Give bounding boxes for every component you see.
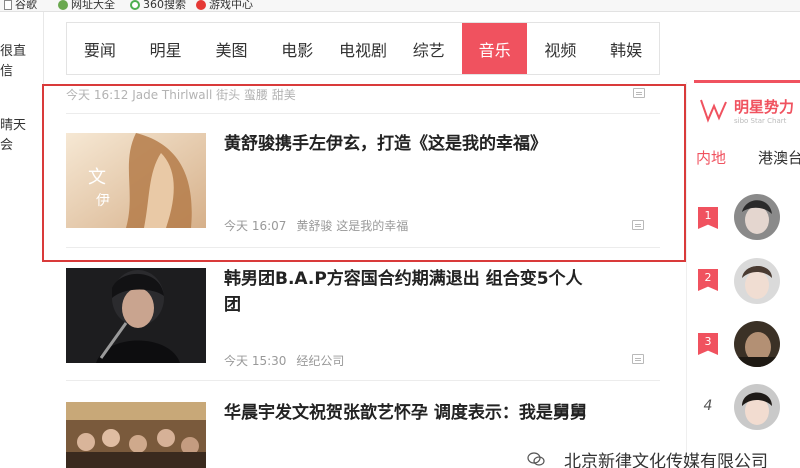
rank-badge: 3 [698, 333, 718, 355]
article-time: 今天 15:30 [224, 354, 287, 368]
comment-icon[interactable] [632, 220, 644, 230]
article-meta: 今天 15:30 经纪公司 [224, 352, 344, 369]
plus-globe-icon [58, 0, 68, 10]
tab-news[interactable]: 要闻 [67, 23, 133, 74]
left-fragment: 信 [0, 64, 14, 79]
tab-korean[interactable]: 韩娱 [593, 23, 659, 74]
bookmark-games[interactable]: 游戏中心 [196, 0, 253, 10]
article-card[interactable]: 韩男团B.A.P方容国合约期满退出 组合变5个人 团 今天 15:30 经纪公司 [66, 266, 660, 381]
tab-stars[interactable]: 明星 [133, 23, 199, 74]
tab-tv[interactable]: 电视剧 [330, 23, 396, 74]
bookmarks-bar: 谷歌 网址大全 360搜索 游戏中心 [0, 0, 800, 12]
sidebar-accent-bar [694, 80, 800, 83]
article-tags[interactable]: 经纪公司 [296, 354, 344, 368]
bookmark-google[interactable]: 谷歌 [4, 0, 37, 10]
svg-text:伊: 伊 [96, 193, 110, 209]
tab-music[interactable]: 音乐 [461, 23, 528, 74]
sidebar-subtitle: sibo Star Chart [734, 117, 787, 125]
star-chart-logo-icon [700, 99, 727, 123]
left-fragment: 晴天 [0, 118, 27, 133]
avatar[interactable] [734, 194, 780, 240]
rank-badge: 2 [698, 269, 718, 291]
article-time: 今天 16:07 [224, 219, 287, 233]
comment-icon[interactable] [633, 88, 645, 98]
divider [66, 247, 660, 248]
page-icon [4, 0, 12, 10]
article-title[interactable]: 黄舒骏携手左伊玄，打造《这是我的幸福》 [224, 131, 547, 157]
tab-photos[interactable]: 美图 [199, 23, 265, 74]
article-tags[interactable]: 黄舒骏 这是我的幸福 [296, 219, 408, 233]
bookmark-360-search[interactable]: 360搜索 [130, 0, 186, 10]
article-meta: 今天 16:07 黄舒骏 这是我的幸福 [224, 217, 408, 234]
avatar[interactable] [734, 258, 780, 304]
article-thumbnail[interactable] [66, 402, 206, 468]
divider [66, 113, 660, 114]
category-nav: 要闻 明星 美图 电影 电视剧 综艺 音乐 视频 韩娱 [66, 22, 660, 75]
article-card[interactable]: 文 伊 黄舒骏携手左伊玄，打造《这是我的幸福》 今天 16:07 黄舒骏 这是我的… [66, 113, 660, 248]
rank-badge: 1 [698, 207, 718, 229]
left-fragment: 很直 [0, 44, 27, 59]
tab-mainland[interactable]: 内地 [696, 147, 726, 168]
sidebar-divider [686, 82, 687, 468]
article-title[interactable]: 韩男团B.A.P方容国合约期满退出 组合变5个人 团 [224, 266, 583, 318]
watermark-text: 北京新律文化传媒有限公司 [564, 452, 768, 468]
prev-article-meta: 今天 16:12 Jade Thirlwall 街头 蛮腰 甜美 [66, 88, 296, 102]
avatar[interactable] [734, 384, 780, 430]
ring-icon [130, 0, 140, 10]
article-title[interactable]: 华晨宇发文祝贺张歆艺怀孕 调度表示：我是舅舅 [224, 400, 587, 426]
divider [66, 380, 660, 381]
tab-movies[interactable]: 电影 [264, 23, 330, 74]
left-column: 很直 信 晴天 会 [0, 12, 44, 202]
sidebar-title: 明星势力 [734, 98, 795, 116]
comment-icon[interactable] [632, 354, 644, 364]
rank-number: 4 [703, 398, 713, 414]
article-thumbnail[interactable]: 文 伊 [66, 133, 206, 228]
avatar[interactable] [734, 321, 780, 367]
game-icon [196, 0, 206, 10]
tab-variety[interactable]: 综艺 [396, 23, 462, 74]
tab-video[interactable]: 视频 [527, 23, 593, 74]
article-thumbnail[interactable] [66, 268, 206, 363]
bookmark-sites[interactable]: 网址大全 [58, 0, 115, 10]
tab-hk-macau-tw[interactable]: 港澳台 [758, 147, 800, 168]
left-fragment: 会 [0, 138, 14, 153]
svg-text:文: 文 [88, 167, 106, 188]
wechat-icon [527, 452, 545, 466]
